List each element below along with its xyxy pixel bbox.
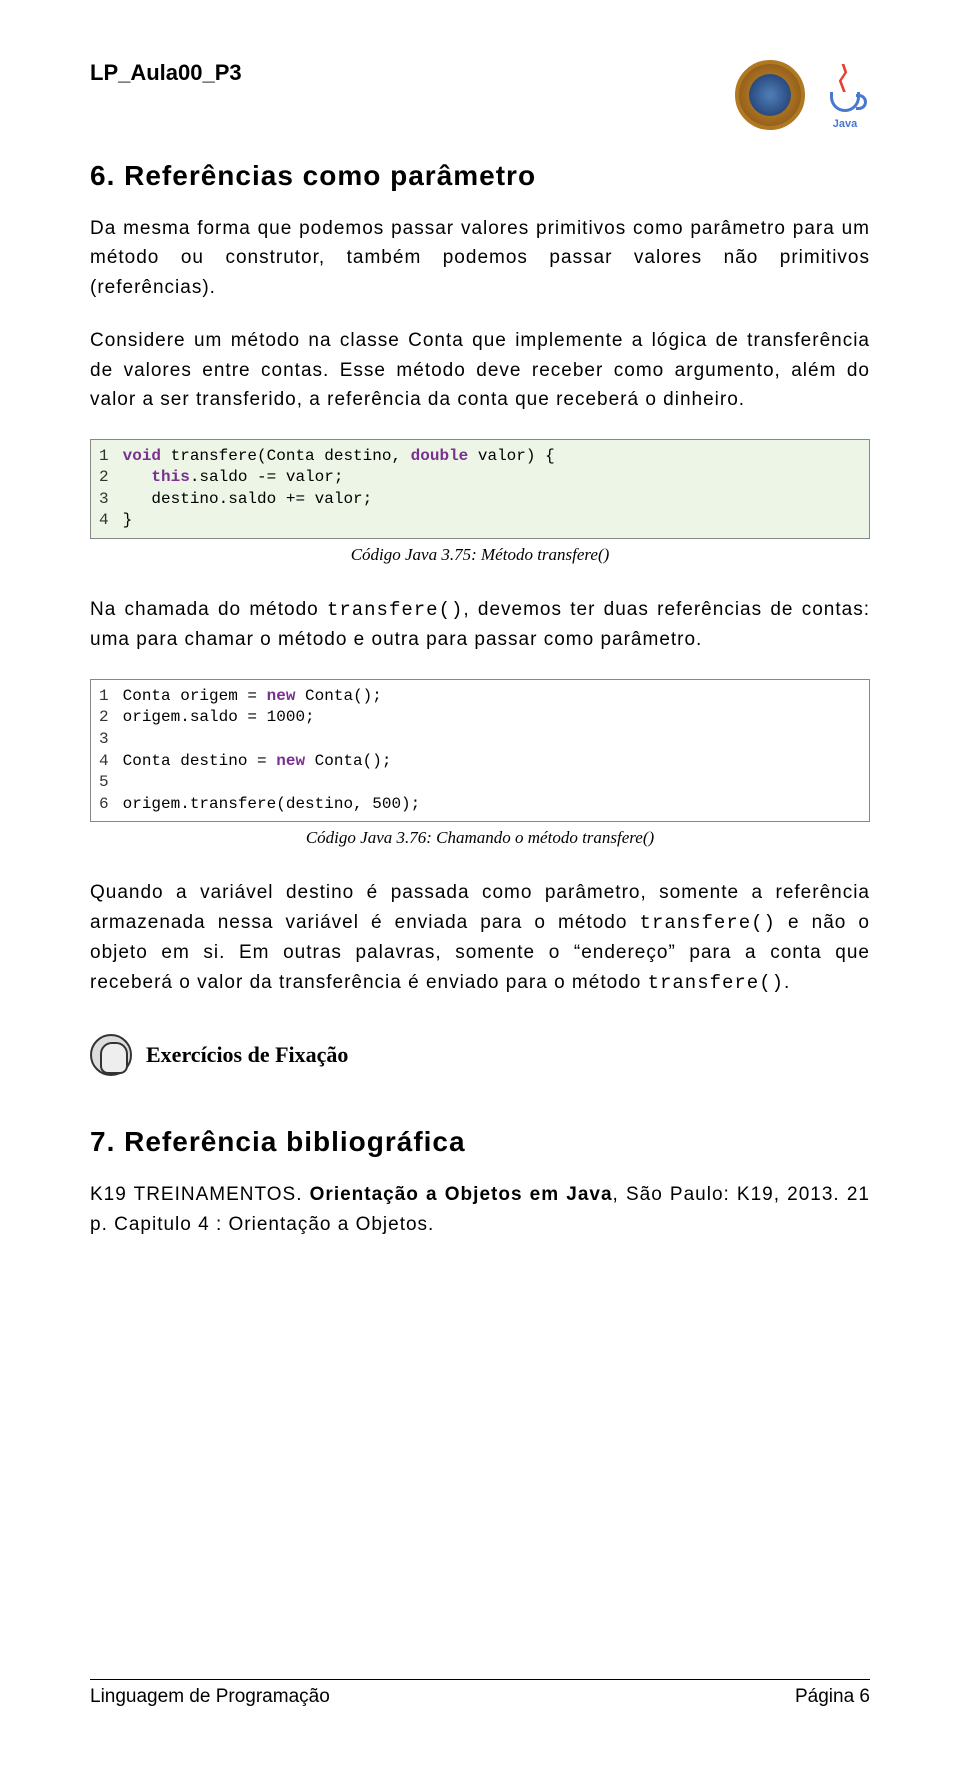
section-6-p1: Da mesma forma que podemos passar valore… (90, 214, 870, 302)
code-span: origem.saldo = 1000; (123, 708, 315, 726)
code-span: destino.saldo += valor; (123, 490, 373, 508)
code-span: .saldo -= valor; (190, 468, 344, 486)
code-2-caption: Código Java 3.76: Chamando o método tran… (90, 828, 870, 848)
java-cup-icon (830, 92, 860, 112)
p3-code: transfere() (327, 599, 463, 621)
code-span (123, 468, 152, 486)
code-1-text: void transfere(Conta destino, double val… (119, 440, 869, 538)
bib-a: K19 TREINAMENTOS. (90, 1184, 310, 1205)
exercise-label: Exercícios de Fixação (146, 1042, 348, 1068)
p4-code2: transfere() (648, 972, 784, 994)
code-kw: new (267, 687, 296, 705)
section-6-heading: 6. Referências como parâmetro (90, 160, 870, 192)
code-2-linenumbers: 1 2 3 4 5 6 (91, 680, 119, 822)
section-6-p3: Na chamada do método transfere(), devemo… (90, 595, 870, 655)
p4c: . (784, 972, 790, 993)
code-block-2: 1 2 3 4 5 6 Conta origem = new Conta(); … (90, 679, 870, 823)
code-span: } (123, 511, 133, 529)
p4-code1: transfere() (640, 912, 776, 934)
code-kw: new (276, 752, 305, 770)
footer-right: Página 6 (795, 1686, 870, 1708)
java-logo-icon: Java (820, 60, 870, 130)
header-logos: Java (735, 60, 870, 130)
section-7-heading: 7. Referência bibliográfica (90, 1126, 870, 1158)
code-1-caption: Código Java 3.75: Método transfere() (90, 545, 870, 565)
code-span: Conta(); (295, 687, 381, 705)
code-span: Conta destino = (123, 752, 277, 770)
code-span: Conta origem = (123, 687, 267, 705)
java-logo-text: Java (820, 118, 870, 130)
head-profile-icon (90, 1034, 132, 1076)
code-kw: void (123, 447, 161, 465)
footer-left: Linguagem de Programação (90, 1686, 330, 1708)
java-steam-icon (836, 64, 850, 92)
section-6-p4: Quando a variável destino é passada como… (90, 878, 870, 998)
code-1-linenumbers: 1 2 3 4 (91, 440, 119, 538)
code-block-1: 1 2 3 4 void transfere(Conta destino, do… (90, 439, 870, 539)
code-kw: double (411, 447, 469, 465)
exercise-row: Exercícios de Fixação (90, 1034, 870, 1076)
parana-seal-icon (735, 60, 805, 130)
page: LP_Aula00_P3 Java 6. Referências como pa… (0, 0, 960, 1778)
p3a: Na chamada do método (90, 599, 327, 620)
page-footer: Linguagem de Programação Página 6 (90, 1679, 870, 1708)
page-header: LP_Aula00_P3 Java (90, 60, 870, 130)
code-span: valor) { (468, 447, 554, 465)
section-6-p2: Considere um método na classe Conta que … (90, 326, 870, 414)
code-span: transfere(Conta destino, (161, 447, 411, 465)
bib-title: Orientação a Objetos em Java (310, 1184, 613, 1205)
doc-id: LP_Aula00_P3 (90, 60, 242, 86)
code-span: Conta(); (305, 752, 391, 770)
bibliography: K19 TREINAMENTOS. Orientação a Objetos e… (90, 1180, 870, 1239)
code-kw: this (151, 468, 189, 486)
code-2-text: Conta origem = new Conta(); origem.saldo… (119, 680, 869, 822)
code-span: origem.transfere(destino, 500); (123, 795, 421, 813)
